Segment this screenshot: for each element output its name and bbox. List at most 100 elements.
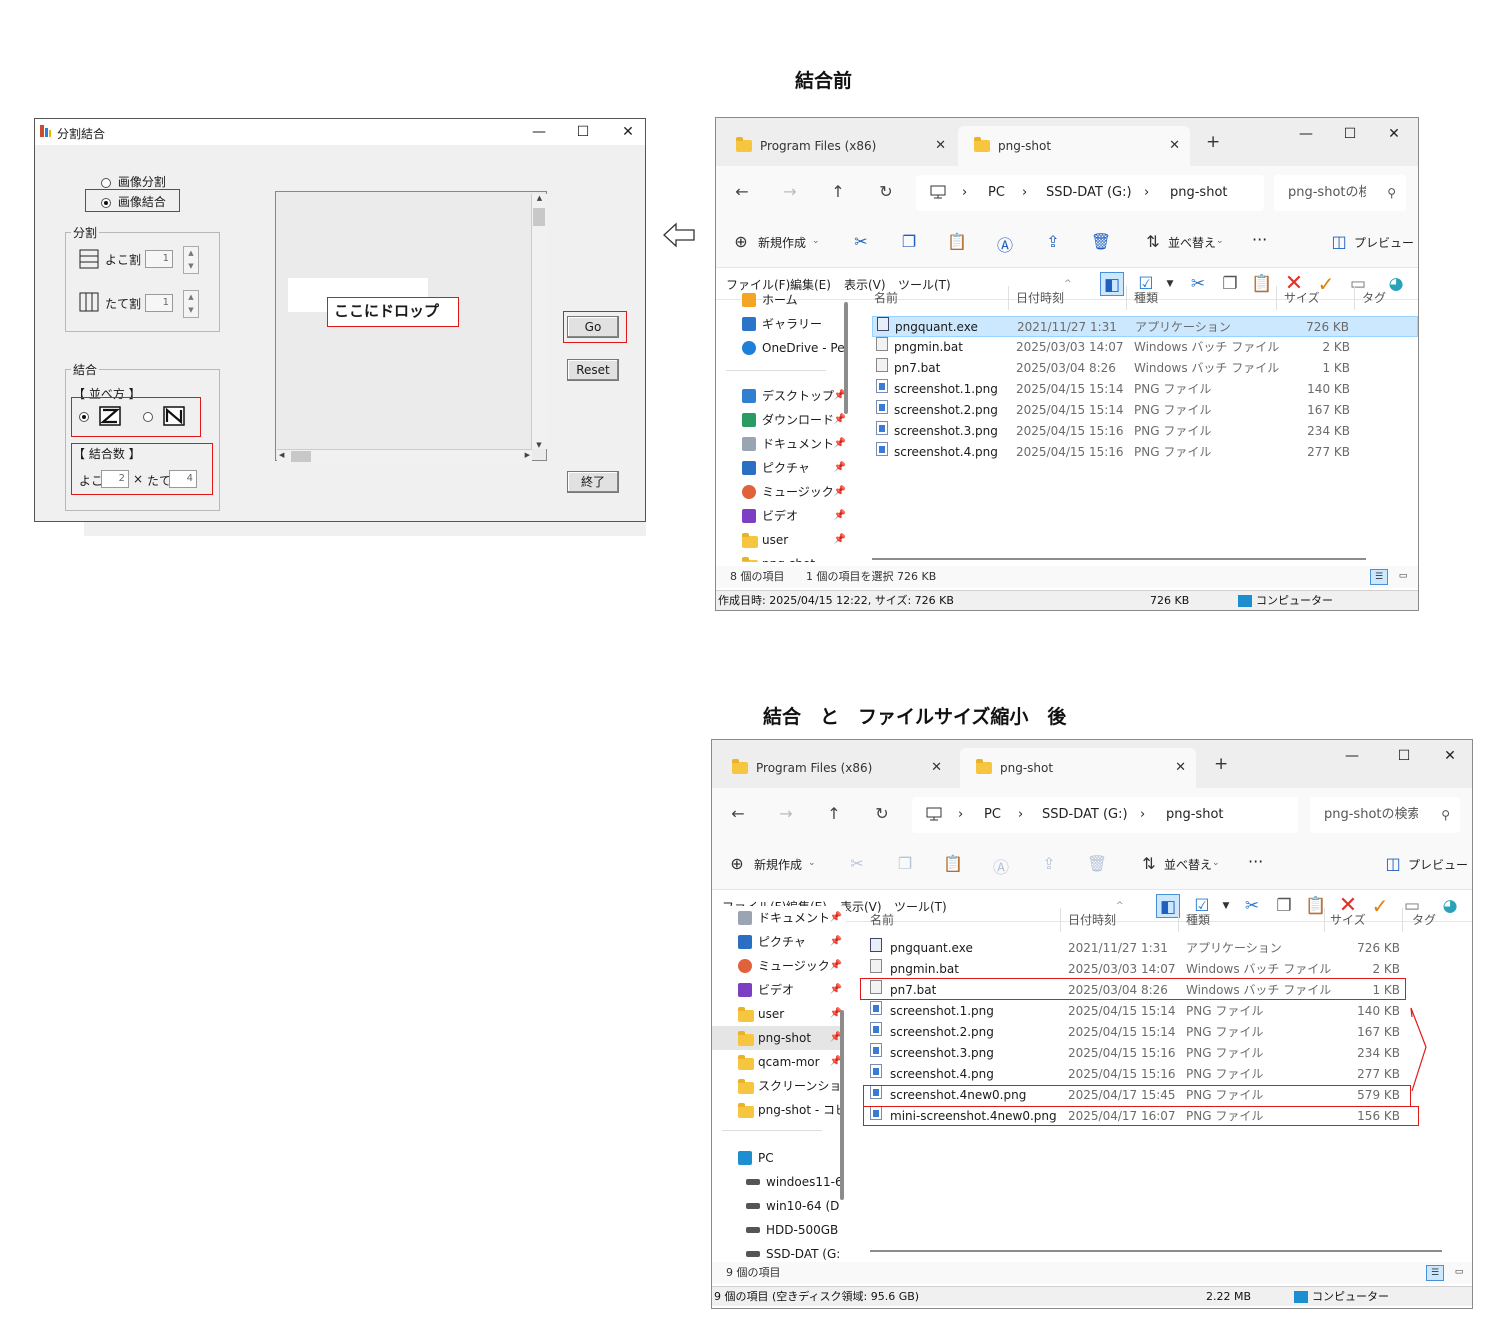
layout-pane-icon[interactable]: ◧ xyxy=(1100,272,1124,296)
tab-program-files[interactable]: Program Files (x86) ✕ xyxy=(716,748,952,788)
file-row[interactable]: pngquant.exe 2021/11/27 1:31 アプリケーション 726 K… xyxy=(866,938,1410,959)
pin-icon[interactable]: 📌 xyxy=(834,480,846,504)
tab-png-shot[interactable]: png-shot ✕ xyxy=(960,748,1196,788)
copy-icon[interactable]: ❐ xyxy=(894,854,916,873)
nav-gallery[interactable]: ギャラリー xyxy=(716,312,848,336)
checkmark-icon[interactable]: ✓ xyxy=(1368,894,1392,918)
scroll-right-icon[interactable]: ▶ xyxy=(525,451,530,459)
file-row[interactable]: screenshot.2.png 2025/04/15 15:14 PNG ファイル… xyxy=(866,1022,1410,1043)
new-button[interactable]: 新規作成 xyxy=(758,234,806,251)
horizontal-scrollbar[interactable] xyxy=(870,1250,1442,1252)
new-tab-button[interactable]: + xyxy=(1206,132,1220,152)
scroll-down-icon[interactable]: ▼ xyxy=(532,441,546,449)
details-view-icon[interactable]: ☰ xyxy=(1370,569,1388,585)
breadcrumb-pc[interactable]: PC xyxy=(984,797,1001,833)
tiles-view-icon[interactable]: ▭ xyxy=(1450,1265,1468,1281)
tab-program-files[interactable]: Program Files (x86) ✕ xyxy=(720,126,956,166)
nav-drive-windows11[interactable]: windoes11-6 xyxy=(712,1170,844,1194)
nav-drive-win10[interactable]: win10-64 (D xyxy=(712,1194,844,1218)
column-date[interactable]: 日付時刻 xyxy=(1016,286,1064,310)
paste-icon[interactable]: 📋 xyxy=(1250,272,1274,296)
nav-onedrive[interactable]: OneDrive - Pe xyxy=(716,336,848,360)
split-vertical-input[interactable]: 1 xyxy=(145,294,173,312)
cut-icon[interactable]: ✂ xyxy=(1186,272,1210,296)
nav-documents[interactable]: ドキュメント 📌 xyxy=(712,906,844,930)
cut-icon[interactable]: ✂ xyxy=(846,854,868,873)
shell-icon[interactable]: ◕ xyxy=(1438,894,1462,918)
copy-icon[interactable]: ❐ xyxy=(1272,894,1296,918)
scroll-up-icon[interactable]: ▲ xyxy=(532,194,547,202)
up-icon[interactable]: ↑ xyxy=(828,182,848,201)
paste-icon[interactable]: 📋 xyxy=(946,232,968,251)
split-vertical-spinner[interactable]: ▲ ▼ xyxy=(183,290,199,318)
new-tab-button[interactable]: + xyxy=(1214,754,1228,774)
sort-button[interactable]: 並べ替え xyxy=(1164,856,1212,873)
vertical-scrollbar[interactable]: ▲ ▼ xyxy=(531,194,547,449)
maximize-button[interactable]: ☐ xyxy=(1336,124,1364,144)
column-size[interactable]: サイズ xyxy=(1330,908,1366,932)
delete-icon[interactable]: 🗑 xyxy=(1090,232,1112,251)
file-row[interactable]: pngmin.bat 2025/03/03 14:07 Windows バッチ ファ… xyxy=(866,959,1410,980)
nav-png-shot-copy[interactable]: png-shot - コピー xyxy=(712,1098,844,1122)
tab-close-icon[interactable]: ✕ xyxy=(1169,126,1180,166)
copy-icon[interactable]: ❐ xyxy=(1218,272,1242,296)
spin-down-icon[interactable]: ▼ xyxy=(184,304,198,317)
mode-split-radio[interactable]: 画像分割 xyxy=(101,173,166,190)
nav-home[interactable]: ホーム xyxy=(716,288,848,312)
exit-button[interactable]: 終了 xyxy=(567,471,619,493)
tab-close-icon[interactable]: ✕ xyxy=(1175,748,1186,788)
column-date[interactable]: 日付時刻 xyxy=(1068,908,1116,932)
spin-up-icon[interactable]: ▲ xyxy=(184,291,198,304)
column-size[interactable]: サイズ xyxy=(1284,286,1320,310)
column-tag[interactable]: タグ xyxy=(1412,908,1436,932)
scroll-thumb[interactable] xyxy=(533,208,545,226)
rename-icon[interactable]: Ⓐ xyxy=(990,854,1012,878)
close-button[interactable]: ✕ xyxy=(1436,746,1464,766)
forward-icon[interactable]: → xyxy=(780,182,800,201)
spin-up-icon[interactable]: ▲ xyxy=(184,247,198,260)
nav-drive-hdd[interactable]: HDD-500GB xyxy=(712,1218,844,1242)
pin-icon[interactable]: 📌 xyxy=(834,528,846,552)
sort-button[interactable]: 並べ替え xyxy=(1168,234,1216,251)
pin-icon[interactable]: 📌 xyxy=(834,504,846,528)
layout-pane-icon[interactable]: ◧ xyxy=(1156,894,1180,918)
tiles-view-icon[interactable]: ▭ xyxy=(1394,569,1412,585)
more-button[interactable]: ··· xyxy=(1248,852,1263,871)
column-type[interactable]: 種類 xyxy=(1186,908,1210,932)
back-icon[interactable]: ← xyxy=(732,182,752,201)
close-button[interactable]: ✕ xyxy=(614,122,642,142)
breadcrumb-drive[interactable]: SSD-DAT (G:) xyxy=(1046,175,1132,211)
nav-pictures[interactable]: ピクチャ 📌 xyxy=(716,456,848,480)
nav-screenshots[interactable]: スクリーンショット xyxy=(712,1074,844,1098)
delete-icon[interactable]: 🗑 xyxy=(1086,854,1108,873)
dropdown-arrow-icon[interactable]: ▼ xyxy=(1158,272,1182,296)
nav-videos[interactable]: ビデオ 📌 xyxy=(716,504,848,528)
pin-icon[interactable]: 📌 xyxy=(834,456,846,480)
forward-icon[interactable]: → xyxy=(776,804,796,823)
shell-icon[interactable]: ◕ xyxy=(1384,272,1408,296)
file-row[interactable]: screenshot.2.png 2025/04/15 15:14 PNG ファイル… xyxy=(872,400,1418,421)
file-row[interactable]: screenshot.3.png 2025/04/15 15:16 PNG ファイル… xyxy=(866,1043,1410,1064)
minimize-button[interactable]: — xyxy=(1338,746,1366,766)
cut-icon[interactable]: ✂ xyxy=(850,232,872,251)
nav-desktop[interactable]: デスクトップ 📌 xyxy=(716,384,848,408)
refresh-icon[interactable]: ↻ xyxy=(876,182,896,201)
file-row[interactable]: pngmin.bat 2025/03/03 14:07 Windows バッチ ファ… xyxy=(872,337,1418,358)
tab-close-icon[interactable]: ✕ xyxy=(935,126,946,166)
back-icon[interactable]: ← xyxy=(728,804,748,823)
scroll-thumb[interactable] xyxy=(291,451,311,462)
share-icon[interactable]: ⇪ xyxy=(1042,232,1064,251)
nav-music[interactable]: ミュージック 📌 xyxy=(712,954,844,978)
maximize-button[interactable]: ☐ xyxy=(569,122,597,142)
column-name[interactable]: 名前 xyxy=(870,908,894,932)
tab-close-icon[interactable]: ✕ xyxy=(931,748,942,788)
preview-button[interactable]: プレビュー xyxy=(1408,856,1468,873)
breadcrumb[interactable]: › PC › SSD-DAT (G:) › png-shot xyxy=(912,797,1298,833)
breadcrumb-pc[interactable]: PC xyxy=(988,175,1005,211)
pin-icon[interactable]: 📌 xyxy=(830,978,842,1002)
minimize-button[interactable]: — xyxy=(1292,124,1320,144)
split-horizontal-input[interactable]: 1 xyxy=(145,250,173,268)
file-row[interactable]: screenshot.3.png 2025/04/15 15:16 PNG ファイル… xyxy=(872,421,1418,442)
minimize-button[interactable]: — xyxy=(525,122,553,142)
search-input[interactable]: png-shotの検索 ⚲ xyxy=(1310,797,1460,833)
